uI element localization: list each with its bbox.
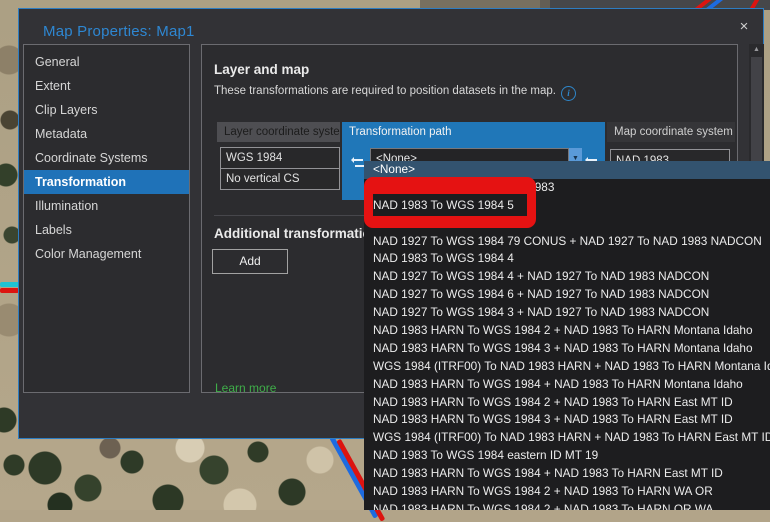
dropdown-item[interactable]: WGS 1984 (ITRF00) To NAD 1983 HARN + NAD…	[364, 358, 770, 376]
dropdown-item[interactable]: NAD 1983 HARN To WGS 1984 3 + NAD 1983 T…	[364, 340, 770, 358]
scrollbar-thumb[interactable]	[751, 57, 762, 175]
column-header-transformation-path: Transformation path	[342, 122, 605, 142]
properties-sidebar: GeneralExtentClip LayersMetadataCoordina…	[23, 44, 190, 393]
info-icon[interactable]: i	[561, 86, 576, 101]
add-button[interactable]: Add	[212, 249, 288, 274]
dropdown-item[interactable]: NAD 1983 To WGS 1984 5	[364, 197, 770, 215]
layer-vertical-cs-value: No vertical CS	[220, 168, 340, 190]
scrollbar-up-arrow-icon[interactable]: ▲	[749, 44, 764, 56]
description-text: These transformations are required to po…	[214, 85, 556, 97]
sidebar-item-transformation[interactable]: Transformation	[24, 170, 189, 194]
dropdown-item[interactable]: NAD 1983 HARN To WGS 1984 2 + NAD 1983 T…	[364, 322, 770, 340]
map-red-track-line	[0, 288, 19, 293]
close-icon[interactable]: ×	[733, 16, 755, 38]
dropdown-item[interactable]: NAD 1983 HARN To WGS 1984 + NAD 1983 To …	[364, 376, 770, 394]
section-description: These transformations are required to po…	[214, 85, 576, 101]
section-divider	[214, 215, 364, 216]
dropdown-item[interactable]	[364, 215, 770, 233]
sidebar-item-general[interactable]: General	[24, 50, 189, 74]
section-title: Layer and map	[214, 62, 309, 77]
dropdown-item[interactable]: NAD 1927 To WGS 1984 6 + NAD 1927 To NAD…	[364, 286, 770, 304]
dropdown-item[interactable]: NAD 1983 To WGS 1984 4	[364, 250, 770, 268]
dropdown-item[interactable]: NAD 1983 HARN To WGS 1984 2 + NAD 1983 T…	[364, 501, 770, 510]
dropdown-item[interactable]: NAD 1983 HARN To WGS 1984 2 + NAD 1983 T…	[364, 394, 770, 412]
sidebar-item-labels[interactable]: Labels	[24, 218, 189, 242]
dropdown-item[interactable]: NAD 1983 HARN To WGS 1984 2 + NAD 1983 T…	[364, 483, 770, 501]
sidebar-item-coordinate-systems[interactable]: Coordinate Systems	[24, 146, 189, 170]
sidebar-item-illumination[interactable]: Illumination	[24, 194, 189, 218]
column-header-layer-cs: Layer coordinate system	[217, 122, 340, 142]
dropdown-item[interactable]: NAD 1983 To WGS 1984 eastern ID MT 19	[364, 447, 770, 465]
dialog-title: Map Properties: Map1	[43, 23, 195, 40]
dropdown-item[interactable]: WGS 1984 (ITRF00) To NAD 1983	[364, 179, 770, 197]
dropdown-item[interactable]: <None>	[364, 161, 770, 179]
column-header-map-cs: Map coordinate system	[607, 122, 735, 142]
dropdown-item[interactable]: NAD 1983 HARN To WGS 1984 + NAD 1983 To …	[364, 465, 770, 483]
layer-cs-value: WGS 1984	[220, 147, 340, 169]
sidebar-item-clip-layers[interactable]: Clip Layers	[24, 98, 189, 122]
transformation-dropdown-list: <None>WGS 1984 (ITRF00) To NAD 1983NAD 1…	[364, 161, 770, 510]
additional-transformations-title: Additional transformations	[214, 226, 387, 241]
dropdown-item[interactable]: NAD 1927 To WGS 1984 4 + NAD 1927 To NAD…	[364, 268, 770, 286]
sidebar-item-extent[interactable]: Extent	[24, 74, 189, 98]
dropdown-item[interactable]: NAD 1983 HARN To WGS 1984 3 + NAD 1983 T…	[364, 411, 770, 429]
learn-more-link[interactable]: Learn more	[215, 381, 276, 395]
dropdown-item[interactable]: WGS 1984 (ITRF00) To NAD 1983 HARN + NAD…	[364, 429, 770, 447]
dropdown-item[interactable]: NAD 1927 To WGS 1984 3 + NAD 1927 To NAD…	[364, 304, 770, 322]
dropdown-item[interactable]: NAD 1927 To WGS 1984 79 CONUS + NAD 1927…	[364, 233, 770, 251]
sidebar-item-metadata[interactable]: Metadata	[24, 122, 189, 146]
sidebar-item-color-management[interactable]: Color Management	[24, 242, 189, 266]
map-cyan-track-line	[0, 282, 19, 287]
